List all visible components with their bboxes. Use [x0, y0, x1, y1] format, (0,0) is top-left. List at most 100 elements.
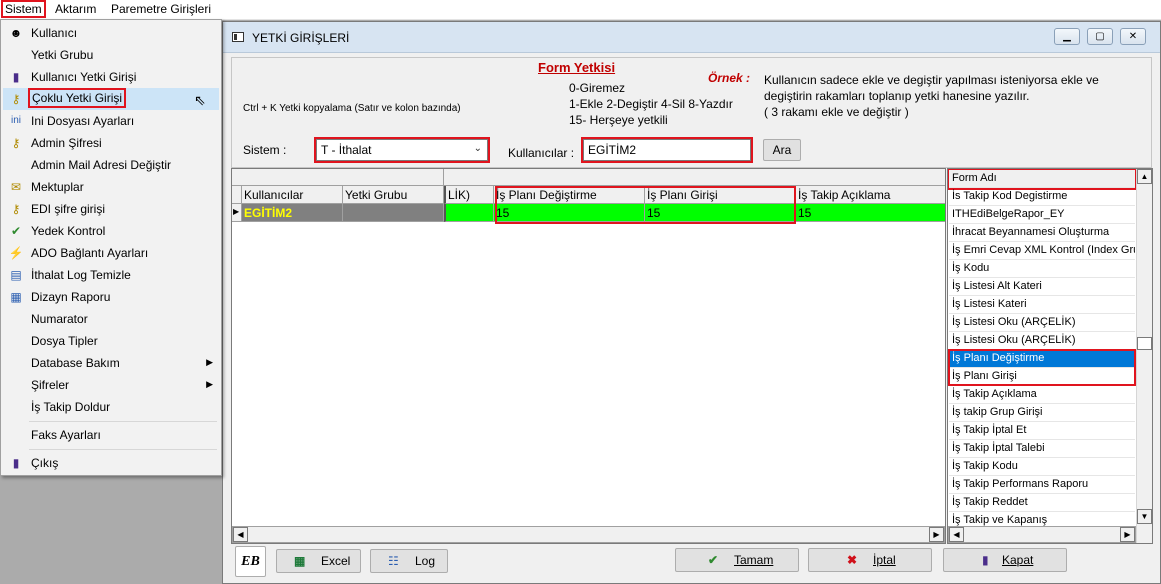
key-icon: ⚷	[11, 202, 21, 216]
col-header-yetki-grubu[interactable]: Yetki Grubu	[343, 186, 444, 204]
ornek-text-3: ( 3 rakamı ekle ve değiştir )	[764, 105, 909, 119]
scroll-left-icon[interactable]: ◀	[949, 527, 964, 542]
list-item[interactable]: İş Takip Açıklama	[949, 386, 1135, 404]
grid-horizontal-scrollbar[interactable]: ◀ ▶	[232, 526, 945, 543]
menu-item-label: Şifreler	[31, 378, 70, 392]
cell-user[interactable]: EGİTİM2	[242, 204, 343, 222]
scroll-right-icon[interactable]: ▶	[1120, 527, 1135, 542]
list-item[interactable]: İş Listesi Oku (ARÇELİK)	[949, 314, 1135, 332]
list-item[interactable]: ITHEdiBelgeRapor_EY	[949, 206, 1135, 224]
kapat-button[interactable]: ▮ Kapat	[943, 548, 1067, 572]
menu-item-admin-mail[interactable]: Admin Mail Adresi Değiştir	[3, 154, 219, 176]
menu-item-faks-ayarlari[interactable]: Faks Ayarları	[3, 424, 219, 446]
minimize-button[interactable]: ▁	[1054, 28, 1080, 45]
current-row-indicator-icon: ▶	[232, 204, 242, 222]
col-header-kullanicilar[interactable]: Kullanıcılar	[242, 186, 343, 204]
window-title: YETKİ GİRİŞLERİ	[252, 31, 350, 45]
menu-item-ado-baglanti[interactable]: ⚡ ADO Bağlantı Ayarları	[3, 242, 219, 264]
legend-line-1: 0-Giremez	[569, 81, 626, 95]
menu-sistem[interactable]: Sistem	[1, 0, 46, 18]
form-list: Form Adı İs Takip Kod Degistirme ITHEdiB…	[947, 168, 1153, 544]
menu-item-label: Mektuplar	[31, 180, 84, 194]
menu-item-mektuplar[interactable]: ✉ Mektuplar	[3, 176, 219, 198]
menu-item-label: Admin Şifresi	[31, 136, 102, 150]
menu-separator	[29, 421, 217, 422]
menu-item-label: Yedek Kontrol	[31, 224, 106, 238]
menu-item-yetki-grubu[interactable]: Yetki Grubu	[3, 44, 219, 66]
excel-button-label: Excel	[321, 554, 351, 568]
menu-item-sifreler[interactable]: Şifreler ▶	[3, 374, 219, 396]
list-item[interactable]: İhracat Beyannamesi Oluşturma	[949, 224, 1135, 242]
chevron-down-icon: ⌄	[473, 143, 482, 154]
list-item[interactable]: İş Takip Performans Raporu	[949, 476, 1135, 494]
menu-item-cikis[interactable]: ▮ Çıkış	[3, 452, 219, 474]
list-item[interactable]: İş Listesi Kateri	[949, 296, 1135, 314]
legend-line-3: 15- Herşeye yetkili	[569, 113, 668, 127]
form-list-header[interactable]: Form Adı	[948, 169, 1137, 190]
kapat-button-label: Kapat	[1002, 553, 1034, 567]
list-item[interactable]: İş takip Grup Girişi	[949, 404, 1135, 422]
ini-file-icon: ini	[10, 115, 21, 126]
eb-logo-button[interactable]: EB	[235, 546, 266, 577]
menu-item-database-bakim[interactable]: Database Bakım ▶	[3, 352, 219, 374]
menu-item-kullanici-yetki-girisi[interactable]: ▮ Kullanıcı Yetki Girişi	[3, 66, 219, 88]
menu-item-coklu-yetki-girisi[interactable]: ⚷ Çoklu Yetki Girişi ⇖	[3, 88, 219, 110]
col-header-lik[interactable]: LİK)	[444, 186, 494, 204]
menu-item-label: Database Bakım	[31, 356, 120, 370]
col-header-is-takip-aciklama[interactable]: İş Takip Açıklama	[796, 186, 945, 204]
menu-item-label: Dosya Tipler	[31, 334, 98, 348]
menu-item-ini-dosyasi[interactable]: ini Ini Dosyası Ayarları	[3, 110, 219, 132]
scroll-down-icon[interactable]: ▼	[1137, 509, 1152, 524]
exit-door-icon: ▮	[12, 456, 20, 470]
sistem-select[interactable]: T - İthalat ⌄	[314, 137, 490, 163]
ara-button[interactable]: Ara	[763, 139, 801, 161]
scroll-left-icon[interactable]: ◀	[233, 527, 248, 542]
ornek-text-2: degiştirin rakamları toplanıp yetki hane…	[764, 89, 1030, 103]
list-item[interactable]: İs Takip Kod Degistirme	[949, 188, 1135, 206]
scroll-thumb[interactable]	[1137, 337, 1152, 350]
list-horizontal-scrollbar[interactable]: ◀ ▶	[948, 526, 1136, 543]
cell-group[interactable]	[343, 204, 444, 222]
menu-item-ithalat-log-temizle[interactable]: ▤ İthalat Log Temizle	[3, 264, 219, 286]
maximize-button[interactable]: ▢	[1087, 28, 1113, 45]
list-item[interactable]: İş Emri Cevap XML Kontrol (Index Grup	[949, 242, 1135, 260]
cell-is-takip-aciklama[interactable]: 15	[796, 204, 945, 222]
list-item[interactable]: İş Takip Kodu	[949, 458, 1135, 476]
menu-item-edi-sifre[interactable]: ⚷ EDI şifre girişi	[3, 198, 219, 220]
list-item[interactable]: İş Takip Reddet	[949, 494, 1135, 512]
menu-item-label: Çıkış	[31, 456, 59, 470]
menu-item-label: Numarator	[31, 312, 88, 326]
scroll-right-icon[interactable]: ▶	[929, 527, 944, 542]
cell-lik[interactable]	[444, 204, 494, 222]
menu-item-is-takip-doldur[interactable]: İş Takip Doldur	[3, 396, 219, 418]
kullanicilar-input[interactable]: EGİTİM2	[581, 137, 753, 163]
scroll-up-icon[interactable]: ▲	[1137, 169, 1152, 184]
menu-item-admin-sifresi[interactable]: ⚷ Admin Şifresi	[3, 132, 219, 154]
menu-separator	[29, 449, 217, 450]
close-button[interactable]: ✕	[1120, 28, 1146, 45]
tamam-button[interactable]: ✔ Tamam	[675, 548, 799, 572]
list-item[interactable]: İş Takip İptal Talebi	[949, 440, 1135, 458]
iptal-button[interactable]: ✖ İptal	[808, 548, 932, 572]
list-item[interactable]: İş Listesi Oku (ARÇELİK)	[949, 332, 1135, 350]
menu-aktarim[interactable]: Aktarım	[55, 2, 96, 16]
menu-item-dizayn-raporu[interactable]: ▦ Dizayn Raporu	[3, 286, 219, 308]
menu-parametre-girisleri[interactable]: Paremetre Girişleri	[111, 2, 211, 16]
excel-button[interactable]: ▦ Excel	[276, 549, 361, 573]
log-button-label: Log	[415, 554, 436, 568]
log-button[interactable]: ☷ Log	[370, 549, 448, 573]
menu-item-numarator[interactable]: Numarator	[3, 308, 219, 330]
menu-item-yedek-kontrol[interactable]: ✔ Yedek Kontrol	[3, 220, 219, 242]
list-item[interactable]: İş Takip İptal Et	[949, 422, 1135, 440]
menu-item-kullanici[interactable]: ☻ Kullanıcı	[3, 22, 219, 44]
filter-panel: Form Yetkisi 0-Giremez 1-Ekle 2-Degiştir…	[231, 57, 1152, 168]
submenu-arrow-icon: ▶	[206, 379, 213, 389]
sistem-dropdown-menu: ☻ Kullanıcı Yetki Grubu ▮ Kullanıcı Yetk…	[0, 19, 222, 476]
menu-item-dosya-tipler[interactable]: Dosya Tipler	[3, 330, 219, 352]
iptal-button-label: İptal	[873, 553, 896, 567]
sistem-select-value: T - İthalat	[321, 143, 372, 157]
list-item[interactable]: İş Kodu	[949, 260, 1135, 278]
list-item[interactable]: İş Listesi Alt Kateri	[949, 278, 1135, 296]
list-vertical-scrollbar[interactable]: ▲ ▼	[1136, 169, 1152, 543]
menu-item-label: Yetki Grubu	[31, 48, 94, 62]
